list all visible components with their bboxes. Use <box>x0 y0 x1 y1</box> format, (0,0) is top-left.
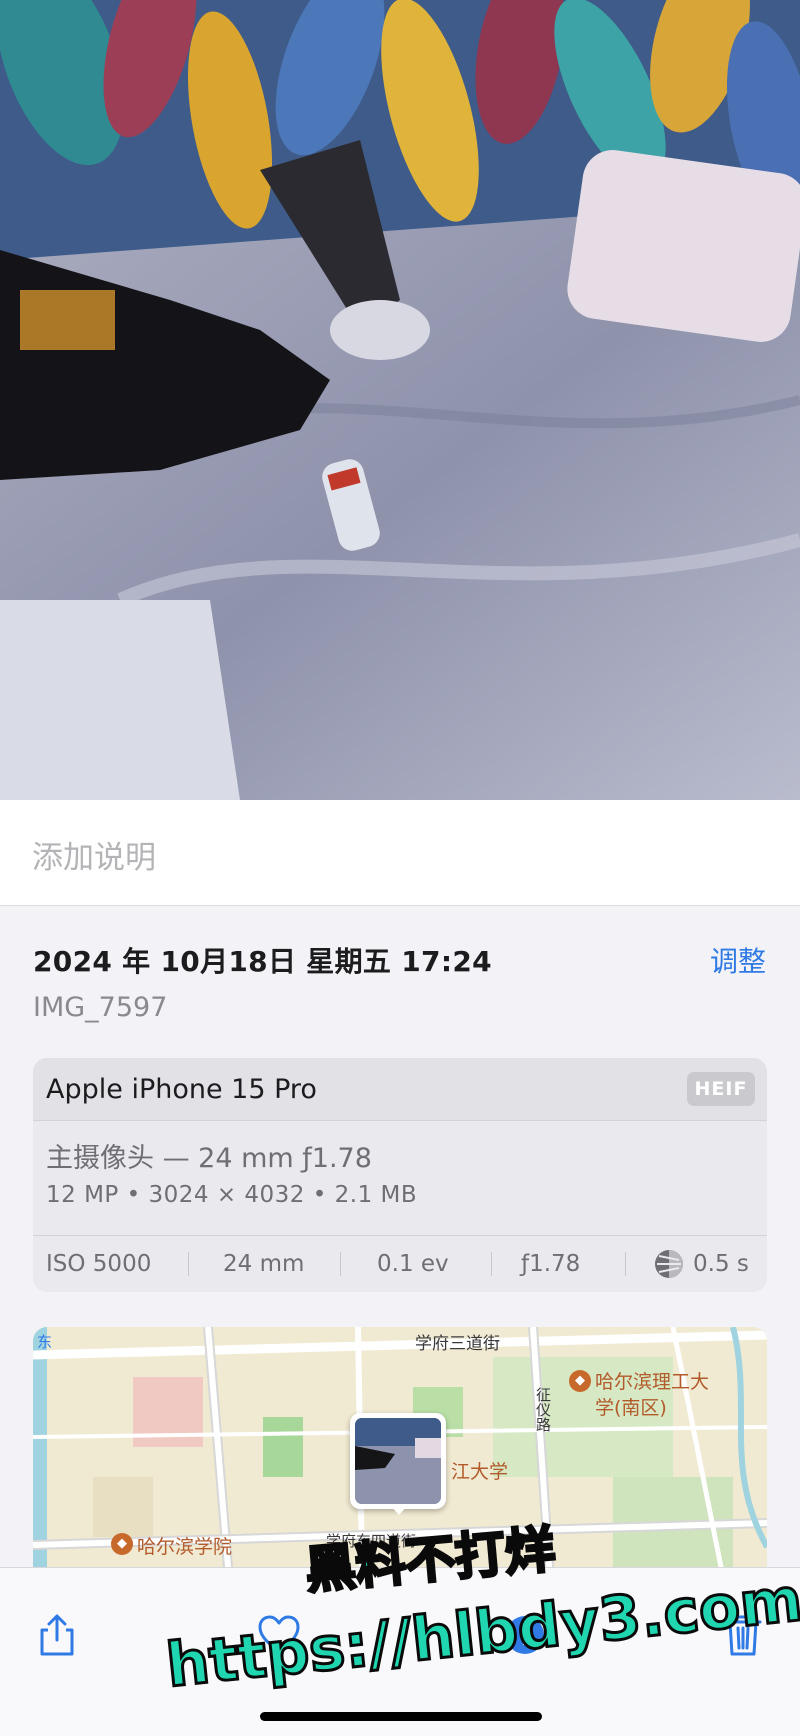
exif-aperture: ƒ1.78 <box>521 1251 581 1277</box>
photo-datetime: 2024 年 10月18日 星期五 17:24 <box>33 945 492 978</box>
map-poi-1b: 学(南区) <box>595 1397 667 1419</box>
pin-pointer <box>390 1505 408 1515</box>
map-road-vertical: 征仪路 <box>534 1387 552 1432</box>
poi-icon: ◆ <box>569 1370 591 1392</box>
lens-info: 主摄像头 — 24 mm ƒ1.78 <box>46 1143 372 1174</box>
device-name: Apple iPhone 15 Pro <box>46 1074 317 1105</box>
adjust-button[interactable]: 调整 <box>710 940 766 980</box>
exif-divider <box>625 1252 626 1276</box>
camera-info-card: Apple iPhone 15 Pro HEIF 主摄像头 — 24 mm ƒ1… <box>33 1058 767 1292</box>
exif-focal: 24 mm <box>223 1251 305 1277</box>
shutter-speed-icon <box>655 1250 683 1278</box>
poi-icon: ◆ <box>111 1533 133 1555</box>
map-poi-1: 哈尔滨理工大 <box>595 1371 710 1393</box>
map-poi-2: 哈尔滨学院 <box>137 1536 233 1558</box>
format-badge: HEIF <box>687 1072 755 1106</box>
photo-filename: IMG_7597 <box>33 992 168 1023</box>
card-header: Apple iPhone 15 Pro HEIF <box>33 1058 767 1121</box>
caption-field[interactable]: 添加说明 <box>0 800 800 906</box>
map-label-edge: 东 <box>37 1333 53 1351</box>
home-indicator[interactable] <box>260 1712 542 1721</box>
exif-iso: ISO 5000 <box>46 1251 152 1277</box>
caption-placeholder: 添加说明 <box>32 840 156 876</box>
photo-image <box>0 0 800 800</box>
map-university: 江大学 <box>451 1461 509 1483</box>
photo-view[interactable] <box>0 0 800 800</box>
share-icon[interactable] <box>32 1610 82 1660</box>
pin-thumbnail <box>355 1418 441 1504</box>
map-photo-pin[interactable] <box>350 1413 446 1509</box>
exif-divider <box>491 1252 492 1276</box>
exif-row: ISO 5000 24 mm 0.1 ev ƒ1.78 0.5 s <box>33 1235 767 1292</box>
exif-shutter: 0.5 s <box>693 1251 749 1277</box>
image-specs: 12 MP • 3024 × 4032 • 2.1 MB <box>46 1182 418 1208</box>
exif-divider <box>188 1252 189 1276</box>
exif-ev: 0.1 ev <box>377 1251 449 1277</box>
exif-divider <box>340 1252 341 1276</box>
map-road-top: 学府三道街 <box>415 1334 500 1354</box>
